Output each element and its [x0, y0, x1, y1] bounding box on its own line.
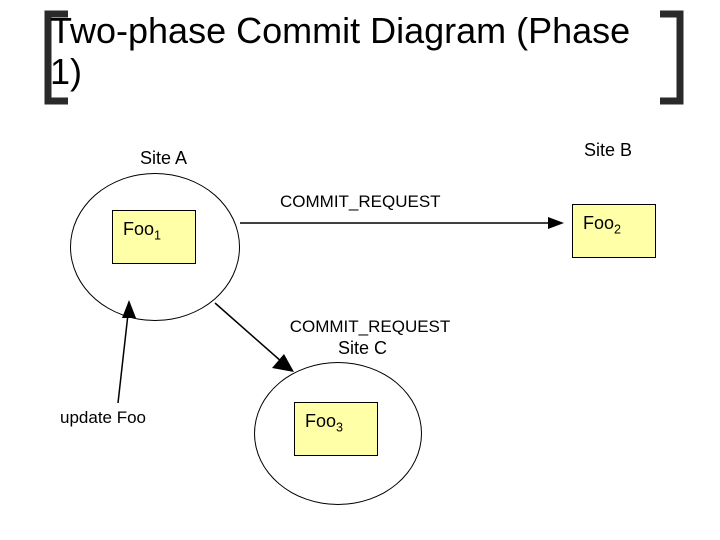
foo3-label: Foo [305, 411, 336, 431]
arrow-ac-icon [210, 298, 300, 378]
page-title: Two-phase Commit Diagram (Phase 1) [50, 10, 670, 93]
title-wrap: Two-phase Commit Diagram (Phase 1) [50, 10, 670, 93]
foo1-sub: 1 [154, 229, 161, 243]
arrow-update-icon [108, 298, 138, 406]
foo3-box: Foo3 [294, 402, 378, 456]
site-c-label: Site C [338, 338, 387, 359]
commit-request-ac-label: COMMIT_REQUEST [270, 317, 470, 337]
foo2-sub: 2 [614, 223, 621, 237]
commit-request-ab-label: COMMIT_REQUEST [280, 192, 441, 212]
site-a-label: Site A [140, 148, 187, 169]
diagram-stage: Two-phase Commit Diagram (Phase 1) Site … [0, 0, 720, 540]
foo2-label: Foo [583, 213, 614, 233]
update-foo-label: update Foo [60, 408, 146, 428]
foo1-box: Foo1 [112, 210, 196, 264]
site-b-label: Site B [584, 140, 632, 161]
foo3-sub: 3 [336, 421, 343, 435]
foo2-box: Foo2 [572, 204, 656, 258]
arrow-ab-icon [240, 214, 564, 232]
foo1-label: Foo [123, 219, 154, 239]
